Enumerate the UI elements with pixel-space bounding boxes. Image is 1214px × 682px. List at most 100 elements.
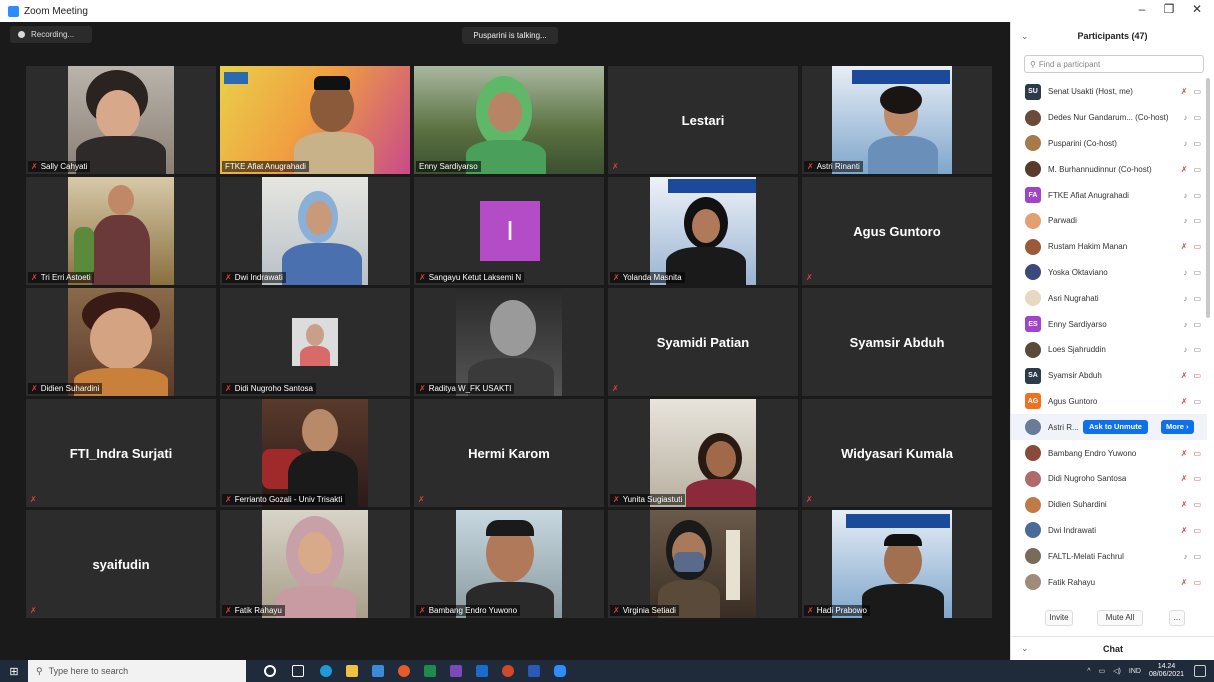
video-tile[interactable]: ✗ Virginia Setiadi: [608, 510, 798, 618]
minimize-button[interactable]: –: [1129, 2, 1155, 16]
mic-muted-icon[interactable]: ✗: [1181, 397, 1188, 406]
more-button[interactable]: More ›: [1161, 420, 1194, 435]
participant-row[interactable]: Rustam Hakim Manan ✗ ▭: [1011, 234, 1207, 260]
chevron-down-icon[interactable]: ⌄: [1021, 643, 1029, 654]
video-tile[interactable]: ✗ Sally Cahyati: [26, 66, 216, 174]
video-icon[interactable]: ▭: [1193, 113, 1201, 122]
video-tile[interactable]: FTKE Afiat Anugrahadi: [220, 66, 410, 174]
video-tile[interactable]: ✗ Tri Erri Astoeti: [26, 177, 216, 285]
participant-row[interactable]: Asri Nugrahati ♪ ▭: [1011, 285, 1207, 311]
video-icon[interactable]: ▭: [1193, 87, 1201, 96]
video-icon[interactable]: ▭: [1193, 320, 1201, 329]
participant-row[interactable]: SU Senat Usakti (Host, me) ✗ ▭: [1011, 79, 1207, 105]
video-off-icon[interactable]: ▭: [1193, 449, 1201, 458]
video-tile[interactable]: ✗ Didi Nugroho Santosa: [220, 288, 410, 396]
video-icon[interactable]: ▭: [1193, 139, 1201, 148]
participant-row[interactable]: Loes Sjahruddin ♪ ▭: [1011, 337, 1207, 363]
chevron-up-icon[interactable]: ^: [1087, 668, 1090, 675]
taskbar-search-input[interactable]: ⚲ Type here to search: [28, 660, 246, 682]
excel-icon[interactable]: [424, 665, 436, 677]
participant-row[interactable]: Dedes Nur Gandarum... (Co-host) ♪ ▭: [1011, 105, 1207, 131]
word-icon[interactable]: [528, 665, 540, 677]
ask-to-unmute-button[interactable]: Ask to Unmute: [1083, 420, 1148, 435]
video-tile[interactable]: ✗ Yolanda Masnita: [608, 177, 798, 285]
outlook-icon[interactable]: [476, 665, 488, 677]
video-tile[interactable]: ✗ Hadi Prabowo: [802, 510, 992, 618]
video-tile-no-video[interactable]: Widyasari Kumala ✗: [802, 399, 992, 507]
participant-row[interactable]: Didi Nugroho Santosa ✗ ▭: [1011, 466, 1207, 492]
participant-row[interactable]: SA Syamsir Abduh ✗ ▭: [1011, 363, 1207, 389]
video-icon[interactable]: ▭: [1193, 294, 1201, 303]
participant-row[interactable]: Astri R... Ask to Unmute More ›: [1011, 414, 1207, 441]
participant-row[interactable]: Yoska Oktaviano ♪ ▭: [1011, 260, 1207, 286]
mic-icon[interactable]: ♪: [1183, 320, 1187, 329]
video-tile[interactable]: ✗ Dwi Indrawati: [220, 177, 410, 285]
mic-icon[interactable]: ♪: [1183, 191, 1187, 200]
mic-icon[interactable]: ♪: [1183, 216, 1187, 225]
close-button[interactable]: ✕: [1184, 2, 1210, 16]
mic-muted-icon[interactable]: ✗: [1181, 165, 1188, 174]
mic-muted-icon[interactable]: ✗: [1181, 242, 1188, 251]
mic-icon[interactable]: ♪: [1183, 113, 1187, 122]
video-tile[interactable]: ✗ Fatik Rahayu: [220, 510, 410, 618]
video-icon[interactable]: ▭: [1193, 268, 1201, 277]
participant-row[interactable]: Pusparini (Co-host) ♪ ▭: [1011, 131, 1207, 157]
participant-row[interactable]: AG Agus Guntoro ✗ ▭: [1011, 389, 1207, 415]
video-tile[interactable]: ✗ Raditya W_FK USAKTI: [414, 288, 604, 396]
video-tile[interactable]: ✗ Didien Suhardini: [26, 288, 216, 396]
mic-icon[interactable]: ♪: [1183, 552, 1187, 561]
task-view-icon[interactable]: [292, 665, 304, 677]
participant-row[interactable]: FALTL-Melati Fachrul ♪ ▭: [1011, 543, 1207, 569]
file-explorer-icon[interactable]: [346, 665, 358, 677]
video-tile[interactable]: ✗ Bambang Endro Yuwono: [414, 510, 604, 618]
chrome-icon[interactable]: [398, 665, 410, 677]
video-tile[interactable]: I ✗ Sangayu Ketut Laksemi N: [414, 177, 604, 285]
video-tile-no-video[interactable]: Hermi Karom ✗: [414, 399, 604, 507]
video-off-icon[interactable]: ▭: [1193, 500, 1201, 509]
mic-muted-icon[interactable]: ✗: [1181, 87, 1188, 96]
cortana-icon[interactable]: [264, 665, 276, 677]
video-icon[interactable]: ▭: [1193, 165, 1201, 174]
video-icon[interactable]: ▭: [1193, 345, 1201, 354]
video-tile-no-video[interactable]: Lestari ✗: [608, 66, 798, 174]
video-tile-no-video[interactable]: FTI_Indra Surjati ✗: [26, 399, 216, 507]
participant-row[interactable]: Bambang Endro Yuwono ✗ ▭: [1011, 440, 1207, 466]
mic-icon[interactable]: ♪: [1183, 345, 1187, 354]
video-tile-no-video[interactable]: Syamidi Patian ✗: [608, 288, 798, 396]
video-tile-active-speaker[interactable]: Enny Sardiyarso: [414, 66, 604, 174]
mic-muted-icon[interactable]: ✗: [1181, 578, 1188, 587]
video-icon[interactable]: ▭: [1193, 216, 1201, 225]
powerpoint-icon[interactable]: [502, 665, 514, 677]
video-tile[interactable]: ✗ Astri Rinanti: [802, 66, 992, 174]
windows-start-icon[interactable]: ⊞: [0, 660, 28, 682]
mute-all-button[interactable]: Mute All: [1097, 610, 1143, 626]
mic-icon[interactable]: ♪: [1183, 139, 1187, 148]
mic-muted-icon[interactable]: ✗: [1181, 474, 1188, 483]
mic-muted-icon[interactable]: ✗: [1181, 371, 1188, 380]
chat-header[interactable]: ⌄ Chat: [1011, 636, 1214, 660]
notification-icon[interactable]: [1194, 665, 1206, 677]
video-off-icon[interactable]: ▭: [1193, 526, 1201, 535]
store-icon[interactable]: [372, 665, 384, 677]
video-icon[interactable]: ▭: [1193, 552, 1201, 561]
mic-muted-icon[interactable]: ✗: [1181, 449, 1188, 458]
zoom-taskbar-icon[interactable]: [554, 665, 566, 677]
edge-icon[interactable]: [320, 665, 332, 677]
participant-row[interactable]: Didien Suhardini ✗ ▭: [1011, 492, 1207, 518]
video-off-icon[interactable]: ▭: [1193, 242, 1201, 251]
participant-row[interactable]: Dwi Indrawati ✗ ▭: [1011, 518, 1207, 544]
chevron-down-icon[interactable]: ⌄: [1021, 31, 1029, 42]
recording-indicator[interactable]: Recording...: [10, 26, 92, 43]
participants-scrollbar[interactable]: [1206, 78, 1210, 318]
onenote-icon[interactable]: [450, 665, 462, 677]
participant-search-input[interactable]: ⚲ Find a participant: [1024, 55, 1204, 73]
video-tile-no-video[interactable]: Agus Guntoro ✗: [802, 177, 992, 285]
participant-row[interactable]: FA FTKE Afiat Anugrahadi ♪ ▭: [1011, 182, 1207, 208]
participant-row[interactable]: M. Burhannudinnur (Co-host) ✗ ▭: [1011, 156, 1207, 182]
volume-icon[interactable]: ◁): [1113, 667, 1121, 675]
clock[interactable]: 14.24 08/06/2021: [1149, 663, 1184, 679]
participant-row[interactable]: ES Enny Sardiyarso ♪ ▭: [1011, 311, 1207, 337]
video-icon[interactable]: ▭: [1193, 397, 1201, 406]
video-tile[interactable]: ✗ Yunita Sugiastuti: [608, 399, 798, 507]
mic-icon[interactable]: ♪: [1183, 294, 1187, 303]
